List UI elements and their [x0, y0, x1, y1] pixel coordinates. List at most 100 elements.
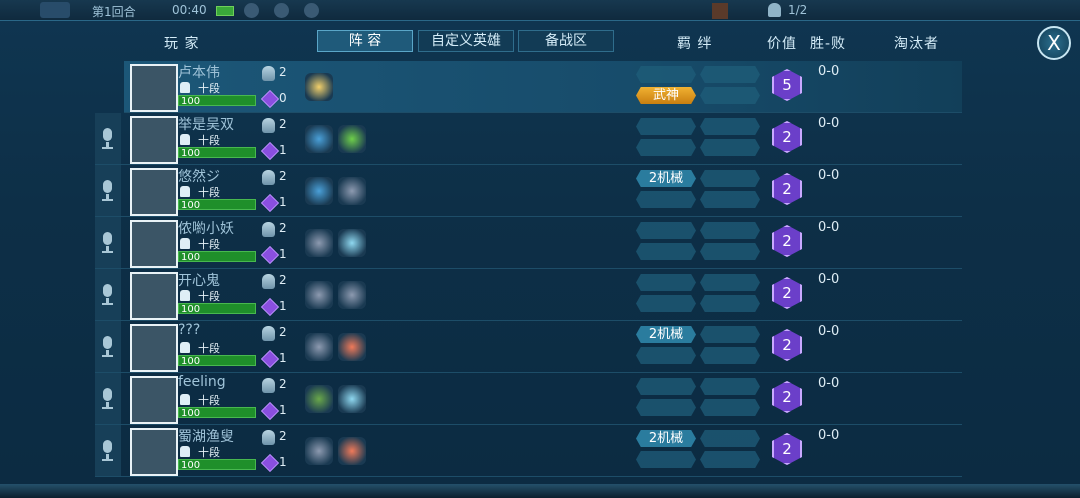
gem-count: 1: [279, 299, 287, 313]
avatar[interactable]: [130, 168, 178, 216]
player-rank: 十段: [180, 340, 220, 356]
player-name: 举是吴双: [178, 117, 234, 133]
hero-unit[interactable]: [305, 229, 333, 257]
win-loss: 0-0: [818, 376, 840, 391]
hero-unit[interactable]: [305, 177, 333, 205]
bond-slot: 2机械: [636, 170, 696, 187]
hero-unit[interactable]: [338, 281, 366, 309]
status-bar: 第1回合 00:40 1/2: [0, 0, 1080, 20]
avatar[interactable]: [130, 64, 178, 112]
avatar[interactable]: [130, 116, 178, 164]
player-name: feeling: [178, 374, 226, 390]
hp-bar: 100: [178, 147, 256, 159]
hero-unit[interactable]: [305, 125, 333, 153]
bond-slot: [700, 139, 760, 156]
player-name: ???: [178, 322, 201, 338]
mic-button[interactable]: [95, 217, 121, 268]
chess-piece-icon: [180, 134, 190, 145]
chess-piece-icon: [180, 186, 190, 197]
mic-icon: [103, 284, 112, 297]
hero-unit[interactable]: [305, 73, 333, 101]
hero-unit[interactable]: [305, 385, 333, 413]
bond-slot: [636, 243, 696, 260]
bond-slot: [636, 222, 696, 239]
player-name: 卢本伟: [178, 65, 220, 81]
bond-slot: [636, 451, 696, 468]
mic-button[interactable]: [95, 425, 121, 476]
game-logo: [40, 2, 70, 18]
hero-unit[interactable]: [338, 437, 366, 465]
helmet-icon: [262, 170, 275, 185]
gem-count: 1: [279, 351, 287, 365]
gem-count: 1: [279, 195, 287, 209]
hero-unit[interactable]: [338, 385, 366, 413]
gem-count: 1: [279, 403, 287, 417]
helmet-count: 2: [279, 117, 287, 131]
player-name: 蜀湖渔叟: [178, 429, 234, 445]
hero-unit[interactable]: [305, 281, 333, 309]
helmet-icon: [262, 118, 275, 133]
battery-icon: [216, 6, 234, 16]
help-icon[interactable]: [304, 3, 319, 18]
hero-unit[interactable]: [305, 437, 333, 465]
mic-button[interactable]: [95, 113, 121, 164]
mic-button[interactable]: [95, 321, 121, 372]
gear-icon[interactable]: [274, 3, 289, 18]
player-rank: 十段: [180, 132, 220, 148]
bond-slot: [636, 399, 696, 416]
timer: 00:40: [172, 3, 207, 17]
helmet-icon: [262, 66, 275, 81]
bond-slot: [700, 118, 760, 135]
chess-piece-icon: [180, 394, 190, 405]
bond-slot: [700, 451, 760, 468]
win-loss: 0-0: [818, 272, 840, 287]
bond-slot: [636, 295, 696, 312]
mic-button[interactable]: [95, 373, 121, 424]
bond-slot: [700, 191, 760, 208]
bond-slot: [700, 170, 760, 187]
win-loss: 0-0: [818, 428, 840, 443]
win-loss: 0-0: [818, 324, 840, 339]
hp-bar: 100: [178, 407, 256, 419]
avatar[interactable]: [130, 220, 178, 268]
hero-unit[interactable]: [338, 333, 366, 361]
helmet-icon: [768, 3, 781, 17]
chat-icon[interactable]: [244, 3, 259, 18]
win-loss: 0-0: [818, 220, 840, 235]
helmet-icon: [262, 378, 275, 393]
avatar[interactable]: [130, 272, 178, 320]
hp-bar: 100: [178, 303, 256, 315]
gem-count: 1: [279, 455, 287, 469]
tab-custom-heroes[interactable]: 自定义英雄: [418, 30, 514, 52]
helmet-icon: [262, 274, 275, 289]
helmet-count: 2: [279, 169, 287, 183]
avatar[interactable]: [130, 324, 178, 372]
player-rank: 十段: [180, 184, 220, 200]
helmet-count: 2: [279, 377, 287, 391]
chess-piece-icon: [180, 290, 190, 301]
tab-lineup[interactable]: 阵 容: [317, 30, 413, 52]
bond-slot: [636, 66, 696, 83]
close-button[interactable]: X: [1037, 26, 1071, 60]
hero-unit[interactable]: [305, 333, 333, 361]
avatar[interactable]: [130, 428, 178, 476]
gem-count: 1: [279, 143, 287, 157]
bond-slot: [700, 295, 760, 312]
helmet-count: 2: [279, 325, 287, 339]
hero-unit[interactable]: [338, 177, 366, 205]
header-value: 价值: [767, 36, 797, 52]
bond-slot: [700, 274, 760, 291]
bond-slot: [700, 347, 760, 364]
gate-icon: [712, 3, 728, 19]
header-winloss: 胜-败: [810, 36, 847, 52]
mic-button[interactable]: [95, 165, 121, 216]
avatar[interactable]: [130, 376, 178, 424]
hero-unit[interactable]: [338, 229, 366, 257]
mic-button[interactable]: [95, 269, 121, 320]
hero-unit[interactable]: [338, 125, 366, 153]
hp-bar: 100: [178, 251, 256, 263]
header-player: 玩 家: [164, 36, 200, 52]
bond-slot: [636, 118, 696, 135]
win-loss: 0-0: [818, 168, 840, 183]
tab-bench[interactable]: 备战区: [518, 30, 614, 52]
